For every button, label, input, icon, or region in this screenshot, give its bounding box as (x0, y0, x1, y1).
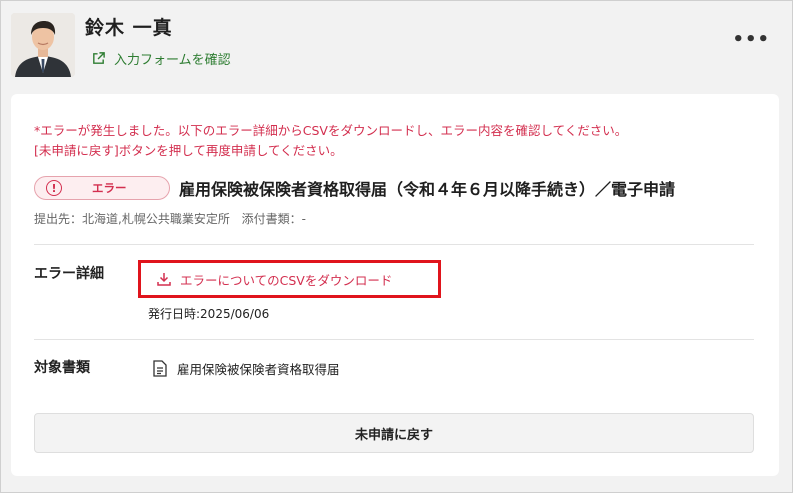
attachments: 添付書類：- (241, 212, 306, 226)
divider (34, 339, 754, 340)
target-document-name: 雇用保険被保険者資格取得届 (177, 362, 340, 377)
avatar (11, 13, 75, 77)
external-link-icon (93, 52, 105, 64)
download-csv-label: エラーについてのCSVをダウンロード (180, 272, 393, 288)
download-icon (157, 273, 171, 286)
divider (34, 244, 754, 245)
application-card: *エラーが発生しました。以下のエラー詳細からCSVをダウンロードし、エラー内容を… (11, 94, 779, 476)
error-message-line: [未申請に戻す]ボタンを押して再度申請してください。 (34, 143, 343, 158)
target-documents-label: 対象書類 (34, 360, 90, 376)
status-badge: ! エラー (34, 176, 170, 200)
more-options-icon[interactable]: ••• (732, 31, 770, 49)
applicant-name: 鈴木 一真 (85, 17, 173, 39)
issue-date: 発行日時:2025/06/06 (148, 307, 270, 321)
error-message: *エラーが発生しました。以下のエラー詳細からCSVをダウンロードし、エラー内容を… (34, 121, 627, 161)
document-icon (153, 360, 167, 377)
error-message-line: *エラーが発生しました。以下のエラー詳細からCSVをダウンロードし、エラー内容を… (34, 123, 628, 138)
applicant-header: 鈴木 一真 入力フォームを確認 ••• (1, 1, 792, 89)
status-badge-label: エラー (92, 181, 127, 195)
form-link-label: 入力フォームを確認 (114, 53, 231, 68)
form-link[interactable]: 入力フォームを確認 (91, 49, 231, 68)
download-csv-button[interactable]: エラーについてのCSVをダウンロード (138, 260, 441, 298)
target-document: 雇用保険被保険者資格取得届 (153, 359, 340, 378)
error-detail-label: エラー詳細 (34, 266, 104, 282)
document-title: 雇用保険被保険者資格取得届（令和４年６月以降手続き）／電子申請 (179, 180, 676, 199)
exclamation-icon: ! (46, 180, 62, 196)
person-photo (11, 13, 75, 77)
revert-to-unsubmitted-button[interactable]: 未申請に戻す (34, 413, 754, 453)
document-meta: 提出先：北海道,札幌公共職業安定所 添付書類：- (34, 210, 306, 227)
submit-to: 提出先：北海道,札幌公共職業安定所 (34, 212, 230, 226)
